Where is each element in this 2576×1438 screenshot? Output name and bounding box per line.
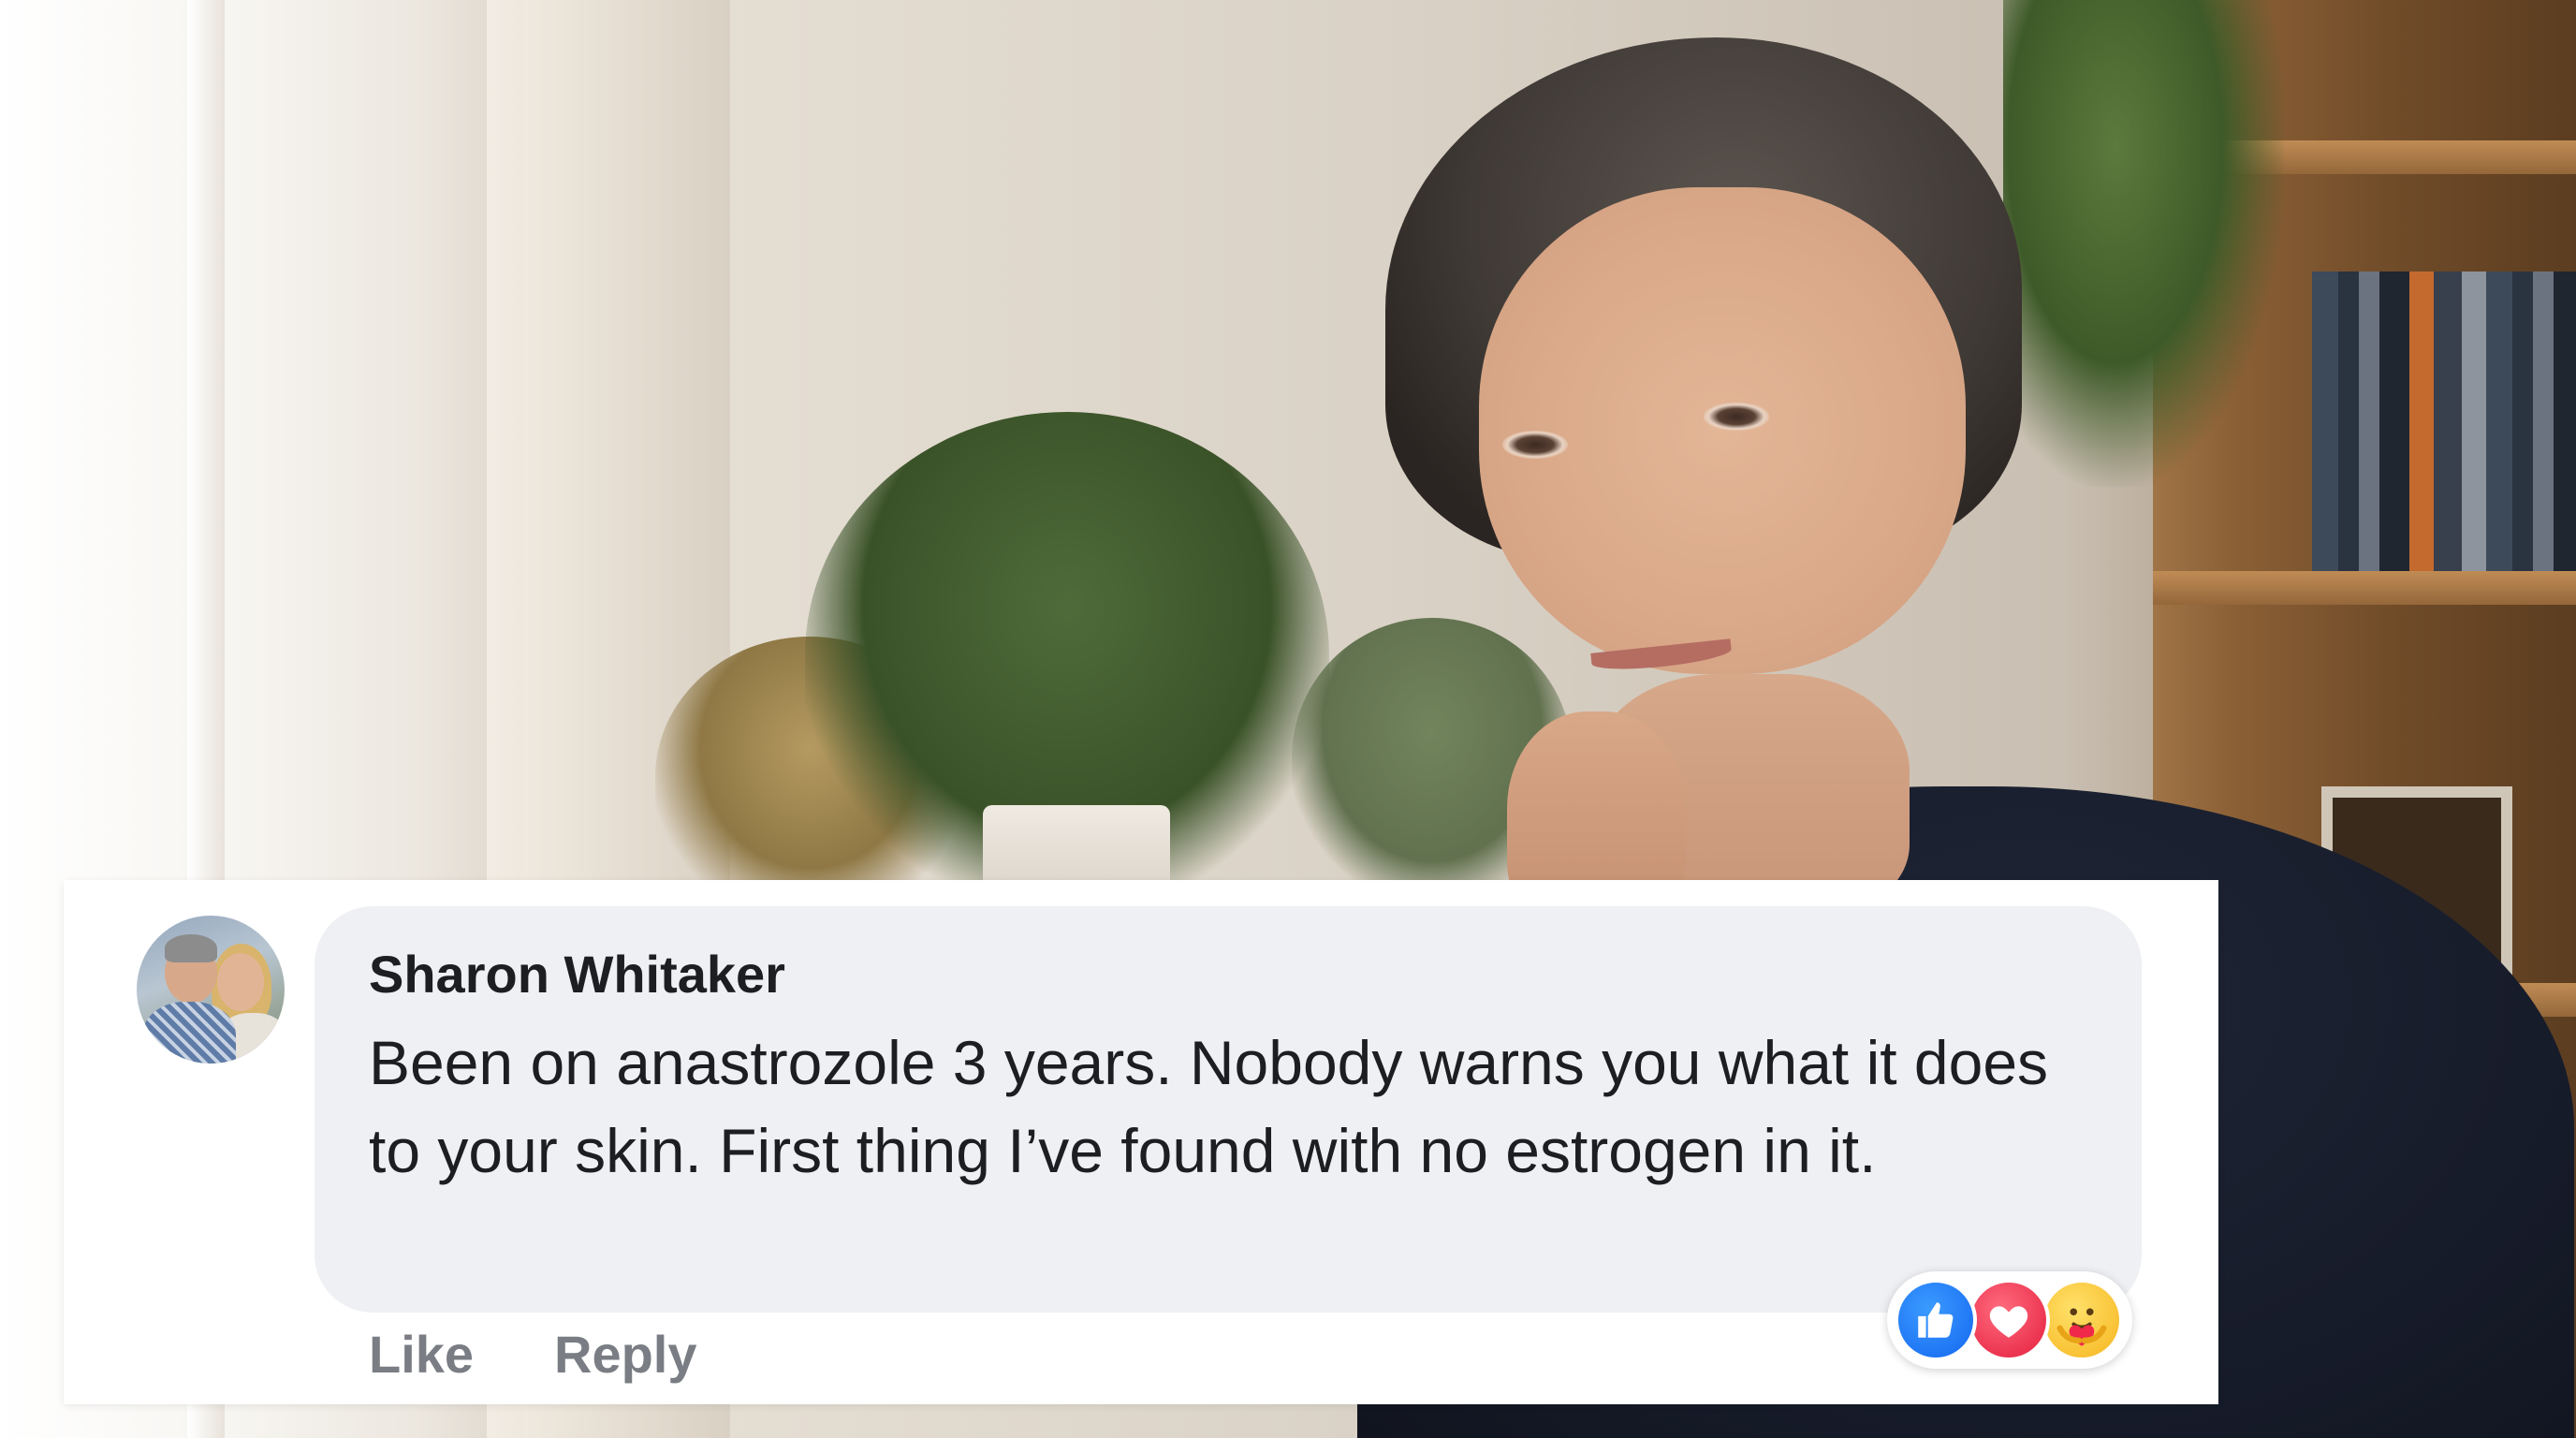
care-hug-icon [2041,1279,2123,1361]
reply-button[interactable]: Reply [554,1324,697,1385]
person-eye [1502,431,1568,459]
comment-author[interactable]: Sharon Whitaker [369,944,785,1005]
reaction-summary[interactable] [1887,1271,2132,1369]
comment-text: Been on anastrozole 3 years. Nobody warn… [369,1028,2049,1185]
hanging-plant [2003,0,2284,487]
like-button[interactable]: Like [369,1324,474,1385]
person-eye [1704,403,1769,431]
thumbs-up-icon [1895,1279,1977,1361]
books [2312,271,2576,571]
heart-icon [1968,1279,2050,1361]
avatar[interactable] [137,916,285,1064]
person-face [1479,187,1966,674]
shelf-board [2153,571,2576,605]
